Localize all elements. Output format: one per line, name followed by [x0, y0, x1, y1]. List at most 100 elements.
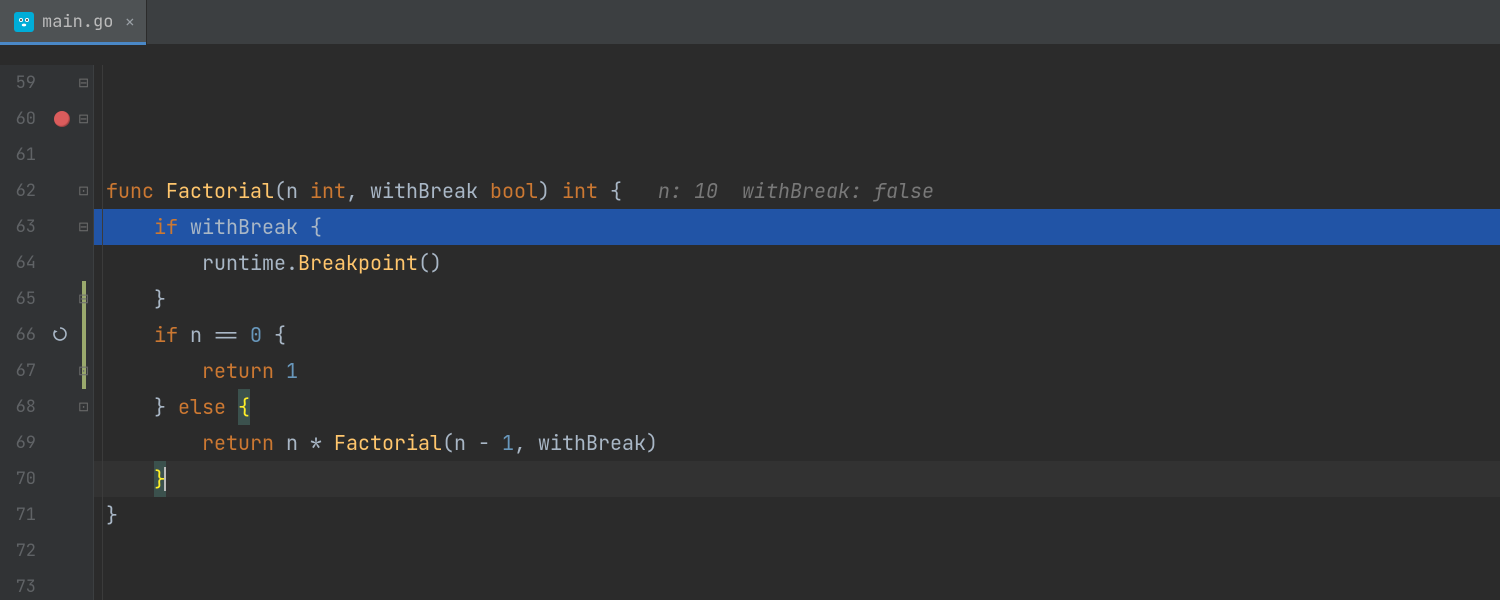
file-tab-label: main.go	[42, 4, 113, 40]
gutter-cell[interactable]: ⊟	[46, 209, 93, 245]
code-token: -	[478, 425, 502, 461]
code-token: withBreak	[190, 209, 310, 245]
fold-toggle-icon[interactable]: ⊡	[78, 389, 89, 425]
code-line[interactable]: }	[94, 281, 1500, 317]
line-number: 67	[0, 353, 36, 389]
code-token: ,	[514, 425, 538, 461]
code-token: }	[154, 389, 178, 425]
line-number: 71	[0, 497, 36, 533]
code-token: *	[310, 425, 334, 461]
gutter-cell[interactable]: ⊟	[46, 101, 93, 137]
code-line[interactable]: return n * Factorial(n - 1, withBreak)	[94, 425, 1500, 461]
line-number: 62	[0, 173, 36, 209]
code-token: withBreak	[538, 425, 646, 461]
code-token: return	[202, 425, 286, 461]
call-stack-indicator	[82, 317, 86, 353]
gutter-cell[interactable]: ⊟	[46, 281, 93, 317]
gutter-cell[interactable]	[46, 533, 93, 569]
code-token: if	[154, 317, 190, 353]
gutter-cell[interactable]	[46, 461, 93, 497]
code-line[interactable]: if withBreak {	[94, 209, 1500, 245]
code-token: Breakpoint	[298, 245, 418, 281]
code-token: withBreak	[370, 173, 490, 209]
breakpoint-icon[interactable]	[54, 111, 70, 127]
fold-toggle-icon[interactable]: ⊟	[78, 281, 89, 317]
gutter-cell[interactable]	[46, 245, 93, 281]
code-token: .	[286, 245, 298, 281]
line-number-gutter: 596061626364656667686970717273	[0, 65, 46, 600]
code-line[interactable]: runtime.Breakpoint()	[94, 245, 1500, 281]
code-token: return	[202, 353, 286, 389]
code-token: }	[106, 497, 118, 533]
code-line[interactable]	[94, 533, 1500, 569]
marker-gutter[interactable]: ⊟⊟⊡⊟⊟⊡⊡	[46, 65, 94, 600]
code-editor[interactable]: 596061626364656667686970717273 ⊟⊟⊡⊟⊟⊡⊡ f…	[0, 45, 1500, 600]
gutter-cell[interactable]	[46, 317, 93, 353]
code-token: bool	[490, 173, 538, 209]
line-number: 63	[0, 209, 36, 245]
code-token: ==	[214, 317, 250, 353]
code-line[interactable]: }	[94, 497, 1500, 533]
fold-toggle-icon[interactable]: ⊟	[78, 65, 89, 101]
code-token: (	[274, 173, 286, 209]
close-tab-icon[interactable]: ✕	[125, 4, 134, 40]
code-token: ,	[346, 173, 370, 209]
code-token: runtime	[202, 245, 286, 281]
gutter-cell[interactable]: ⊡	[46, 173, 93, 209]
line-number: 64	[0, 245, 36, 281]
gutter-cell[interactable]: ⊟	[46, 65, 93, 101]
line-number: 59	[0, 65, 36, 101]
line-number: 73	[0, 569, 36, 600]
line-number: 70	[0, 461, 36, 497]
code-line[interactable]: if n == 0 {	[94, 317, 1500, 353]
code-token: {	[262, 317, 286, 353]
code-token: ()	[418, 245, 442, 281]
gutter-cell[interactable]	[46, 497, 93, 533]
code-token: }	[154, 281, 166, 317]
code-token: int	[310, 173, 346, 209]
gutter-cell[interactable]	[46, 425, 93, 461]
code-token: Factorial	[334, 425, 442, 461]
code-token: Factorial	[166, 173, 274, 209]
code-token: 1	[286, 353, 298, 389]
code-line[interactable]: func Factorial(n int, withBreak bool) in…	[94, 173, 1500, 209]
file-tab-main-go[interactable]: main.go ✕	[0, 0, 147, 44]
fold-toggle-icon[interactable]: ⊟	[78, 101, 89, 137]
line-number: 65	[0, 281, 36, 317]
code-token: n	[190, 317, 214, 353]
line-number: 66	[0, 317, 36, 353]
code-token: n	[286, 425, 310, 461]
inline-debug-hint: withBreak: false	[718, 173, 934, 209]
gutter-cell[interactable]	[46, 137, 93, 173]
code-token: n	[454, 425, 478, 461]
code-area[interactable]: func Factorial(n int, withBreak bool) in…	[94, 65, 1500, 600]
tab-bar: main.go ✕	[0, 0, 1500, 45]
line-number: 61	[0, 137, 36, 173]
code-token: n	[286, 173, 310, 209]
line-number: 72	[0, 533, 36, 569]
gutter-cell[interactable]: ⊡	[46, 389, 93, 425]
fold-toggle-icon[interactable]: ⊡	[78, 353, 89, 389]
inline-debug-hint: n: 10	[658, 173, 718, 209]
code-line[interactable]: }	[94, 461, 1500, 497]
code-token: )	[538, 173, 562, 209]
code-token: {	[238, 389, 250, 425]
code-token: {	[598, 173, 622, 209]
text-cursor	[164, 467, 166, 491]
gutter-cell[interactable]: ⊡	[46, 353, 93, 389]
code-token: if	[154, 209, 190, 245]
line-number: 68	[0, 389, 36, 425]
fold-toggle-icon[interactable]: ⊡	[78, 173, 89, 209]
line-number: 69	[0, 425, 36, 461]
fold-toggle-icon[interactable]: ⊟	[78, 209, 89, 245]
line-number: 60	[0, 101, 36, 137]
code-token: func	[106, 173, 166, 209]
code-token: int	[562, 173, 598, 209]
recursive-call-icon[interactable]	[52, 317, 68, 353]
code-line[interactable]: return 1	[94, 353, 1500, 389]
code-line[interactable]	[94, 569, 1500, 600]
code-line[interactable]: } else {	[94, 389, 1500, 425]
gutter-cell[interactable]	[46, 569, 93, 600]
code-token: 1	[502, 425, 514, 461]
gopher-icon	[14, 12, 34, 32]
